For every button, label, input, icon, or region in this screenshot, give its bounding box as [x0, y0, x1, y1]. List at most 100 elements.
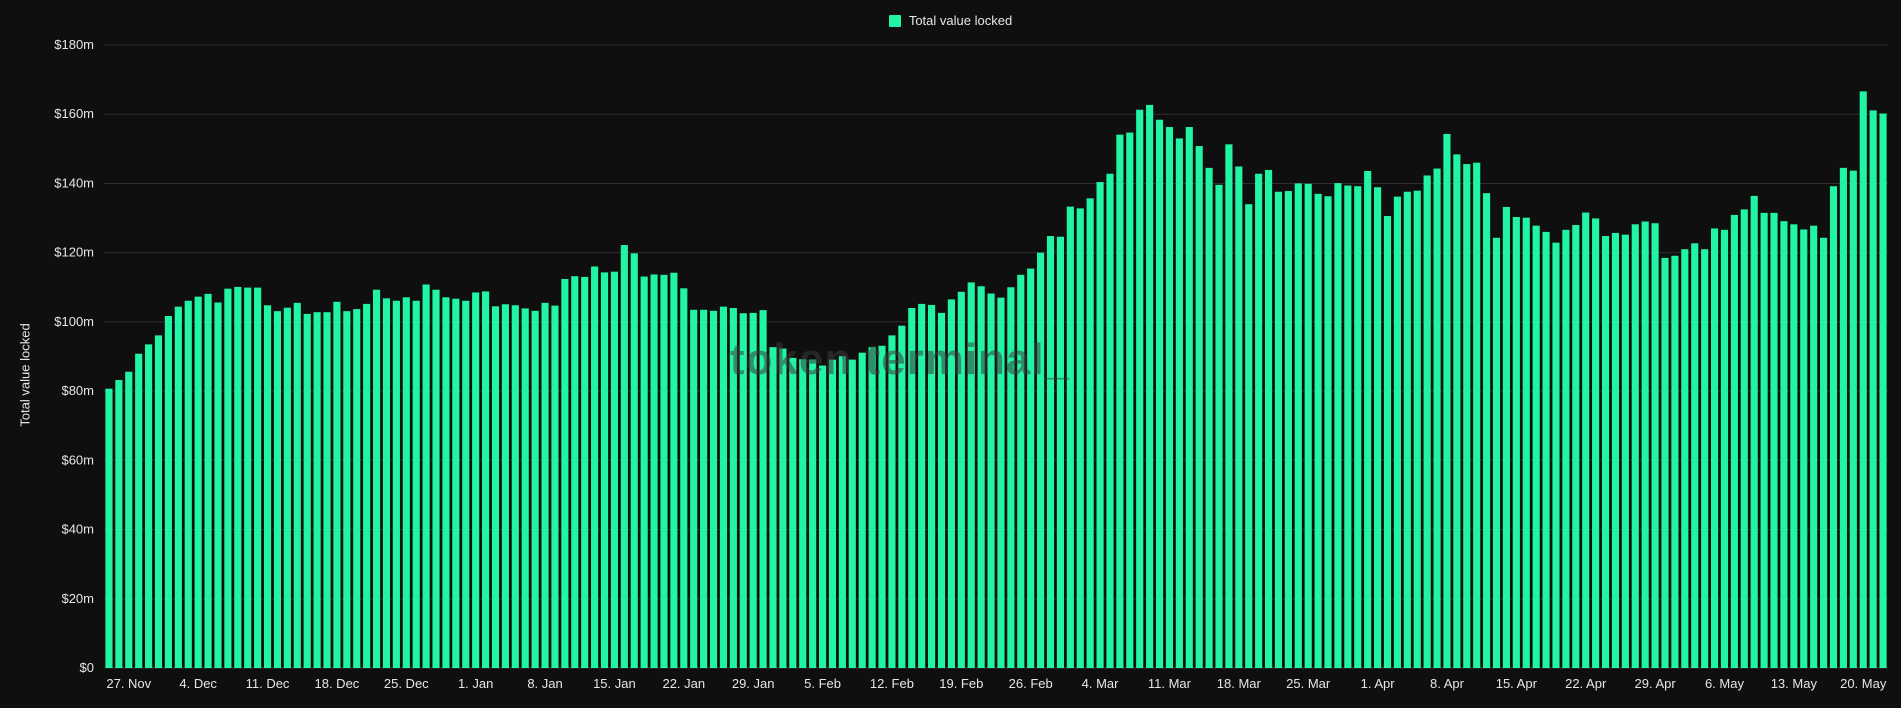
bar	[1720, 229, 1729, 668]
y-tick-label: $80m	[61, 383, 94, 398]
bar	[154, 335, 163, 668]
bar	[1027, 268, 1035, 668]
bar	[591, 266, 599, 668]
bar	[779, 348, 787, 668]
bar	[1195, 146, 1203, 668]
bar	[1235, 166, 1243, 669]
x-tick-label: 25. Mar	[1286, 676, 1331, 691]
x-tick-label: 18. Dec	[315, 676, 360, 691]
bar	[1740, 209, 1748, 668]
x-tick-label: 20. May	[1840, 676, 1887, 691]
x-tick-label: 29. Apr	[1634, 676, 1676, 691]
bar	[184, 300, 192, 668]
bar	[828, 359, 837, 668]
bar	[650, 274, 658, 668]
bar	[1146, 104, 1154, 668]
x-tick-label: 4. Dec	[179, 676, 217, 691]
bar	[1691, 243, 1699, 668]
x-tick-label: 6. May	[1705, 676, 1745, 691]
bar	[1155, 119, 1164, 668]
x-tick-label: 8. Apr	[1430, 676, 1465, 691]
y-tick-label: $100m	[54, 314, 94, 329]
bar	[432, 289, 440, 668]
bar	[1215, 184, 1223, 668]
bar	[1710, 228, 1719, 668]
bar	[630, 253, 638, 669]
bar	[1532, 225, 1540, 669]
bar	[363, 303, 371, 668]
y-tick-label: $140m	[54, 175, 94, 190]
legend[interactable]: Total value locked	[0, 13, 1901, 28]
bar	[472, 292, 480, 668]
bar	[214, 302, 222, 668]
bar	[1245, 204, 1253, 668]
bar	[868, 347, 876, 668]
bar	[333, 301, 341, 668]
bar	[244, 287, 252, 668]
bar	[600, 272, 609, 668]
bar	[1750, 195, 1758, 668]
y-tick-label: $20m	[61, 591, 94, 606]
x-tick-label: 11. Mar	[1148, 676, 1192, 691]
bar	[1126, 132, 1134, 668]
bar	[1324, 196, 1332, 668]
bar	[858, 352, 866, 668]
bar	[115, 380, 123, 668]
bar	[254, 287, 262, 668]
bar	[422, 284, 430, 668]
bar	[1651, 223, 1659, 668]
bar	[1810, 225, 1818, 669]
bar	[838, 356, 846, 668]
bar	[1423, 175, 1431, 669]
y-tick-label: $120m	[54, 245, 94, 260]
legend-swatch	[888, 14, 901, 27]
bar	[1552, 242, 1560, 668]
bar	[719, 306, 728, 668]
y-tick-label: $60m	[61, 452, 94, 467]
bar	[1473, 162, 1481, 668]
bar	[382, 298, 391, 668]
bar	[1403, 191, 1411, 668]
x-tick-label: 15. Jan	[593, 676, 636, 691]
y-tick-label: $160m	[54, 106, 94, 121]
x-tick-label: 26. Feb	[1009, 676, 1053, 691]
x-tick-label: 15. Apr	[1496, 676, 1538, 691]
bar	[263, 305, 272, 668]
bar	[491, 306, 500, 668]
bar	[1502, 206, 1510, 669]
bar	[1572, 224, 1580, 669]
bar	[313, 312, 321, 668]
x-tick-label: 29. Jan	[732, 676, 775, 691]
x-tick-label: 5. Feb	[804, 676, 841, 691]
bar	[709, 310, 718, 668]
bar	[204, 293, 212, 668]
bar	[541, 302, 549, 668]
bar	[1274, 191, 1283, 668]
legend-label: Total value locked	[908, 13, 1013, 28]
bar	[610, 271, 618, 668]
bar	[700, 309, 708, 668]
bar	[551, 305, 559, 668]
x-tick-label: 4. Mar	[1082, 676, 1120, 691]
bar	[125, 371, 133, 668]
bar	[273, 311, 282, 668]
x-tick-label: 13. May	[1771, 676, 1818, 691]
bar	[1076, 208, 1084, 669]
bar	[1284, 191, 1292, 668]
bar	[1562, 229, 1570, 668]
x-tick-label: 25. Dec	[384, 676, 429, 691]
bar	[105, 388, 113, 668]
bar	[1859, 91, 1867, 668]
bar	[1453, 154, 1461, 668]
bar	[571, 276, 579, 668]
bar	[789, 357, 797, 668]
bar	[303, 313, 311, 668]
bar	[1869, 110, 1877, 668]
bar	[1483, 193, 1491, 668]
bar	[194, 296, 202, 668]
bar	[1780, 221, 1788, 669]
bar	[1374, 187, 1382, 668]
bar	[690, 309, 698, 668]
watermark: token terminal_	[729, 335, 1071, 384]
x-tick-label: 1. Jan	[458, 676, 493, 691]
